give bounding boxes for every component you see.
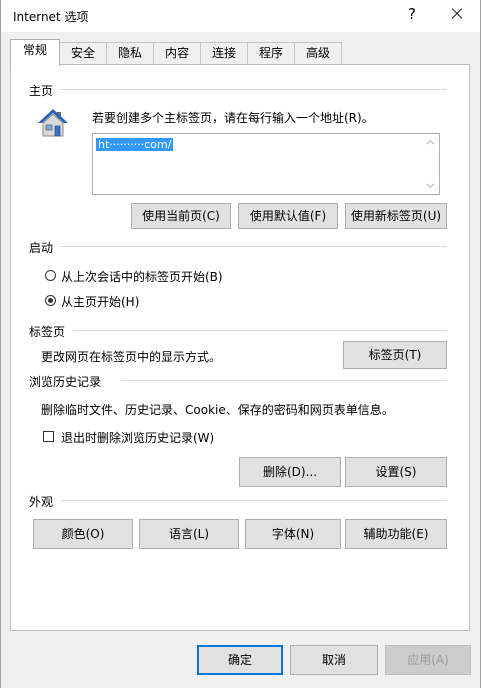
home-description: 若要创建多个主标签页，请在每行输入一个地址(R)。 — [92, 111, 374, 125]
history-description: 删除临时文件、历史记录、Cookie、保存的密码和网页表单信息。 — [41, 403, 394, 417]
help-button[interactable]: ? — [405, 5, 419, 23]
tabs-separator — [73, 330, 447, 331]
title-bar: Internet 选项 ? — [1, 0, 480, 32]
radio-last-session[interactable] — [45, 270, 56, 281]
radio-home-page-label: 从主页开始(H) — [61, 295, 140, 309]
startup-separator — [61, 246, 447, 247]
accessibility-button[interactable]: 辅助功能(E) — [345, 519, 447, 549]
tab-general[interactable]: 常规 — [10, 39, 60, 66]
languages-button[interactable]: 语言(L) — [139, 519, 239, 549]
use-default-button[interactable]: 使用默认值(F) — [238, 203, 338, 229]
startup-heading: 启动 — [29, 241, 54, 255]
browsing-history-heading: 浏览历史记录 — [29, 375, 102, 389]
delete-on-exit-checkbox[interactable] — [43, 431, 54, 442]
home-page-heading: 主页 — [29, 84, 54, 98]
radio-last-session-label: 从上次会话中的标签页开始(B) — [61, 270, 223, 284]
tabs-description: 更改网页在标签页中的显示方式。 — [41, 350, 222, 364]
tab-programs[interactable]: 程序 — [247, 42, 295, 64]
fonts-button[interactable]: 字体(N) — [245, 519, 341, 549]
appearance-heading: 外观 — [29, 495, 54, 509]
scroll-down-arrow-icon[interactable] — [426, 183, 435, 189]
colors-button[interactable]: 颜色(O) — [33, 519, 133, 549]
use-new-tab-button[interactable]: 使用新标签页(U) — [345, 203, 447, 229]
home-house-icon — [38, 109, 68, 137]
radio-home-page[interactable] — [45, 295, 56, 306]
use-current-button[interactable]: 使用当前页(C) — [131, 203, 231, 229]
tab-bar: 常规 安全 隐私 内容 连接 程序 高级 — [10, 39, 470, 66]
close-icon[interactable] — [448, 4, 466, 24]
tabs-heading: 标签页 — [29, 325, 66, 339]
window-title: Internet 选项 — [13, 10, 89, 24]
home-address-scrollbar[interactable] — [422, 134, 439, 194]
history-separator — [121, 380, 447, 381]
home-separator — [61, 89, 447, 90]
apply-button[interactable]: 应用(A) — [385, 645, 471, 675]
delete-history-button[interactable]: 删除(D)... — [239, 457, 341, 487]
ok-button[interactable]: 确定 — [197, 645, 283, 675]
home-address-selection: ht··········com/ — [96, 138, 174, 151]
tab-security[interactable]: 安全 — [59, 42, 107, 64]
scroll-up-arrow-icon[interactable] — [426, 139, 435, 145]
tab-connections[interactable]: 连接 — [200, 42, 248, 64]
tab-content[interactable]: 内容 — [153, 42, 201, 64]
general-tab-panel: 主页 若要创建多个主标签页，请在每行输入一个地址(R)。 ht·········… — [10, 64, 470, 631]
appearance-separator — [61, 500, 447, 501]
tabs-settings-button[interactable]: 标签页(T) — [343, 341, 447, 369]
delete-on-exit-label: 退出时删除浏览历史记录(W) — [61, 431, 215, 445]
cancel-button[interactable]: 取消 — [290, 645, 378, 675]
history-settings-button[interactable]: 设置(S) — [345, 457, 447, 487]
tab-advanced[interactable]: 高级 — [294, 42, 342, 64]
home-address-textarea[interactable]: ht··········com/ — [92, 133, 440, 195]
tab-privacy[interactable]: 隐私 — [106, 42, 154, 64]
